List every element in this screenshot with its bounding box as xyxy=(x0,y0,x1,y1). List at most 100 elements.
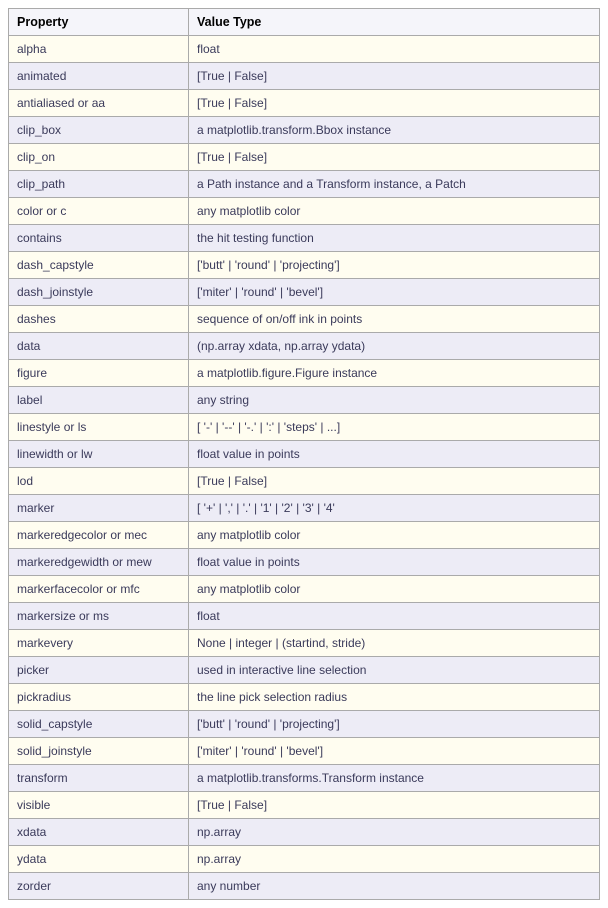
table-row: clip_boxa matplotlib.transform.Bbox inst… xyxy=(9,117,600,144)
cell-property: clip_box xyxy=(9,117,189,144)
cell-value-type: [True | False] xyxy=(189,63,600,90)
cell-property: solid_capstyle xyxy=(9,711,189,738)
cell-value-type: any string xyxy=(189,387,600,414)
cell-property: linewidth or lw xyxy=(9,441,189,468)
cell-value-type: any matplotlib color xyxy=(189,576,600,603)
cell-value-type: [True | False] xyxy=(189,90,600,117)
cell-value-type: [ '+' | ',' | '.' | '1' | '2' | '3' | '4… xyxy=(189,495,600,522)
cell-value-type: (np.array xdata, np.array ydata) xyxy=(189,333,600,360)
table-row: lod[True | False] xyxy=(9,468,600,495)
table-row: alphafloat xyxy=(9,36,600,63)
cell-property: xdata xyxy=(9,819,189,846)
cell-property: pickradius xyxy=(9,684,189,711)
table-row: animated[True | False] xyxy=(9,63,600,90)
cell-value-type: any matplotlib color xyxy=(189,198,600,225)
table-row: markeredgecolor or mecany matplotlib col… xyxy=(9,522,600,549)
cell-value-type: float value in points xyxy=(189,441,600,468)
cell-value-type: float xyxy=(189,603,600,630)
cell-value-type: a matplotlib.transform.Bbox instance xyxy=(189,117,600,144)
table-header-row: Property Value Type xyxy=(9,9,600,36)
cell-value-type: any matplotlib color xyxy=(189,522,600,549)
table-row: data(np.array xdata, np.array ydata) xyxy=(9,333,600,360)
table-row: markerfacecolor or mfcany matplotlib col… xyxy=(9,576,600,603)
cell-value-type: a Path instance and a Transform instance… xyxy=(189,171,600,198)
cell-property: markeredgewidth or mew xyxy=(9,549,189,576)
cell-value-type: a matplotlib.figure.Figure instance xyxy=(189,360,600,387)
table-row: dash_capstyle['butt' | 'round' | 'projec… xyxy=(9,252,600,279)
header-property: Property xyxy=(9,9,189,36)
property-table: Property Value Type alphafloatanimated[T… xyxy=(8,8,600,900)
cell-value-type: np.array xyxy=(189,819,600,846)
table-row: labelany string xyxy=(9,387,600,414)
cell-value-type: used in interactive line selection xyxy=(189,657,600,684)
cell-property: picker xyxy=(9,657,189,684)
cell-property: dash_joinstyle xyxy=(9,279,189,306)
cell-property: color or c xyxy=(9,198,189,225)
cell-property: antialiased or aa xyxy=(9,90,189,117)
cell-property: solid_joinstyle xyxy=(9,738,189,765)
cell-property: data xyxy=(9,333,189,360)
cell-property: contains xyxy=(9,225,189,252)
cell-property: clip_on xyxy=(9,144,189,171)
cell-property: alpha xyxy=(9,36,189,63)
cell-property: lod xyxy=(9,468,189,495)
table-row: clip_on[True | False] xyxy=(9,144,600,171)
cell-property: visible xyxy=(9,792,189,819)
cell-value-type: [True | False] xyxy=(189,792,600,819)
table-row: pickradiusthe line pick selection radius xyxy=(9,684,600,711)
cell-value-type: ['butt' | 'round' | 'projecting'] xyxy=(189,711,600,738)
table-row: dashessequence of on/off ink in points xyxy=(9,306,600,333)
table-row: solid_capstyle['butt' | 'round' | 'proje… xyxy=(9,711,600,738)
table-row: linewidth or lwfloat value in points xyxy=(9,441,600,468)
cell-property: marker xyxy=(9,495,189,522)
table-row: color or cany matplotlib color xyxy=(9,198,600,225)
cell-value-type: the line pick selection radius xyxy=(189,684,600,711)
table-row: linestyle or ls[ '-' | '--' | '-.' | ':'… xyxy=(9,414,600,441)
table-row: marker[ '+' | ',' | '.' | '1' | '2' | '3… xyxy=(9,495,600,522)
table-row: markersize or msfloat xyxy=(9,603,600,630)
table-row: markeredgewidth or mewfloat value in poi… xyxy=(9,549,600,576)
cell-property: dashes xyxy=(9,306,189,333)
table-row: ydatanp.array xyxy=(9,846,600,873)
cell-value-type: ['miter' | 'round' | 'bevel'] xyxy=(189,738,600,765)
cell-value-type: np.array xyxy=(189,846,600,873)
table-row: dash_joinstyle['miter' | 'round' | 'beve… xyxy=(9,279,600,306)
cell-property: transform xyxy=(9,765,189,792)
table-row: markeveryNone | integer | (startind, str… xyxy=(9,630,600,657)
table-row: transforma matplotlib.transforms.Transfo… xyxy=(9,765,600,792)
cell-value-type: the hit testing function xyxy=(189,225,600,252)
table-row: containsthe hit testing function xyxy=(9,225,600,252)
table-row: zorderany number xyxy=(9,873,600,900)
cell-property: linestyle or ls xyxy=(9,414,189,441)
table-row: antialiased or aa[True | False] xyxy=(9,90,600,117)
cell-value-type: [ '-' | '--' | '-.' | ':' | 'steps' | ..… xyxy=(189,414,600,441)
table-row: clip_patha Path instance and a Transform… xyxy=(9,171,600,198)
cell-value-type: None | integer | (startind, stride) xyxy=(189,630,600,657)
cell-value-type: float value in points xyxy=(189,549,600,576)
cell-property: ydata xyxy=(9,846,189,873)
cell-property: markerfacecolor or mfc xyxy=(9,576,189,603)
cell-property: zorder xyxy=(9,873,189,900)
cell-value-type: [True | False] xyxy=(189,468,600,495)
cell-value-type: a matplotlib.transforms.Transform instan… xyxy=(189,765,600,792)
cell-value-type: ['miter' | 'round' | 'bevel'] xyxy=(189,279,600,306)
cell-property: markersize or ms xyxy=(9,603,189,630)
cell-property: markevery xyxy=(9,630,189,657)
table-row: pickerused in interactive line selection xyxy=(9,657,600,684)
cell-value-type: ['butt' | 'round' | 'projecting'] xyxy=(189,252,600,279)
cell-property: dash_capstyle xyxy=(9,252,189,279)
table-row: visible[True | False] xyxy=(9,792,600,819)
header-value-type: Value Type xyxy=(189,9,600,36)
table-row: xdatanp.array xyxy=(9,819,600,846)
cell-property: clip_path xyxy=(9,171,189,198)
cell-value-type: any number xyxy=(189,873,600,900)
table-row: figurea matplotlib.figure.Figure instanc… xyxy=(9,360,600,387)
cell-value-type: float xyxy=(189,36,600,63)
cell-property: label xyxy=(9,387,189,414)
cell-property: figure xyxy=(9,360,189,387)
cell-value-type: sequence of on/off ink in points xyxy=(189,306,600,333)
cell-property: animated xyxy=(9,63,189,90)
cell-value-type: [True | False] xyxy=(189,144,600,171)
cell-property: markeredgecolor or mec xyxy=(9,522,189,549)
table-row: solid_joinstyle['miter' | 'round' | 'bev… xyxy=(9,738,600,765)
